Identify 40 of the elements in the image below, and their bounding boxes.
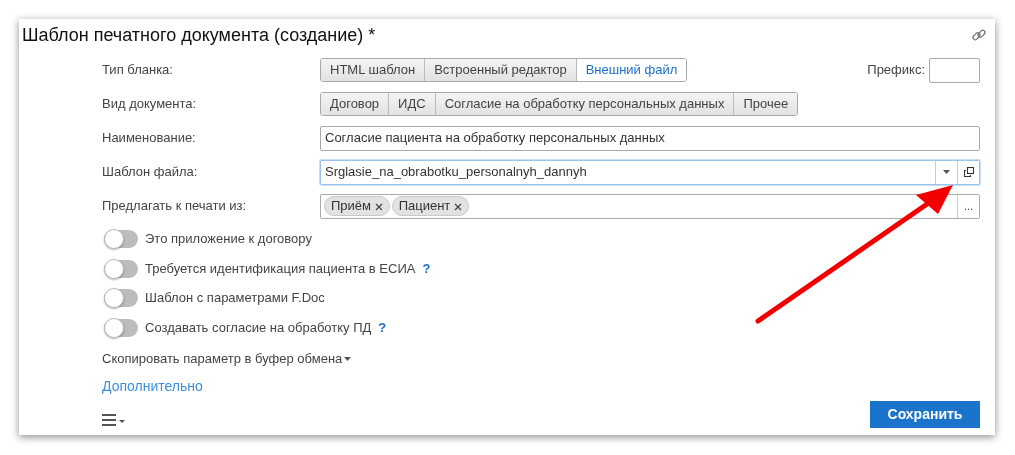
caret-icon bbox=[344, 357, 352, 362]
field-label: Вид документа: bbox=[102, 95, 198, 114]
field-label: Тип бланка: bbox=[102, 61, 174, 80]
tag-chip[interactable]: Приём bbox=[324, 196, 390, 216]
close-icon[interactable] bbox=[453, 202, 462, 211]
segment-tab[interactable]: Встроенный редактор bbox=[425, 59, 577, 81]
copy-dropdown[interactable]: Скопировать параметр в буфер обмена bbox=[102, 348, 352, 369]
toggle-label: Требуется идентификация пациента в ЕСИА bbox=[145, 259, 416, 278]
toggle-switch[interactable] bbox=[104, 289, 138, 308]
more-button[interactable]: ... bbox=[957, 194, 979, 218]
segment-tab[interactable]: Прочее bbox=[734, 93, 798, 115]
help-link[interactable]: ? bbox=[422, 258, 431, 279]
segment-tab[interactable]: Согласие на обработку персональных данных bbox=[435, 93, 735, 115]
text-field[interactable]: Согласие пациента на обработку персональных данных bbox=[320, 125, 980, 151]
prefix-field[interactable] bbox=[929, 57, 980, 83]
open-button[interactable] bbox=[957, 160, 979, 184]
toggle-switch[interactable] bbox=[104, 318, 138, 337]
toggle-switch[interactable] bbox=[104, 229, 138, 248]
window-title: Шаблон печатного документа (создание) * bbox=[22, 25, 376, 45]
toggle-label: Создавать согласие на обработку ПД bbox=[145, 319, 372, 338]
field-label: Предлагать к печати из: bbox=[102, 197, 248, 216]
segment-tab[interactable]: HTML шаблон bbox=[321, 59, 426, 81]
windows-icon bbox=[963, 167, 974, 177]
combo-field[interactable]: Srglasie_na_obrabotku_personalnyh_dannyh bbox=[320, 159, 980, 185]
save-button[interactable]: Сохранить bbox=[870, 401, 980, 428]
toggle-label: Это приложение к договору bbox=[145, 230, 312, 249]
tag-chip[interactable]: Пациент bbox=[391, 196, 469, 216]
field-label: Префикс: bbox=[867, 61, 925, 80]
toggle-label: Шаблон с параметрами F.Doc bbox=[145, 289, 325, 308]
close-icon[interactable] bbox=[374, 202, 383, 211]
field-label: Шаблон файла: bbox=[102, 163, 199, 182]
toggle-switch[interactable] bbox=[104, 259, 138, 278]
field-label: Наименование: bbox=[102, 129, 197, 148]
caret-icon bbox=[943, 170, 950, 174]
segment-tab[interactable]: ИДС bbox=[389, 93, 436, 115]
menu-icon bbox=[102, 413, 126, 428]
menu-button[interactable] bbox=[102, 411, 126, 428]
segment-tab[interactable]: Договор bbox=[321, 93, 390, 115]
link-icon[interactable] bbox=[971, 27, 987, 43]
help-link[interactable]: ? bbox=[378, 318, 387, 338]
